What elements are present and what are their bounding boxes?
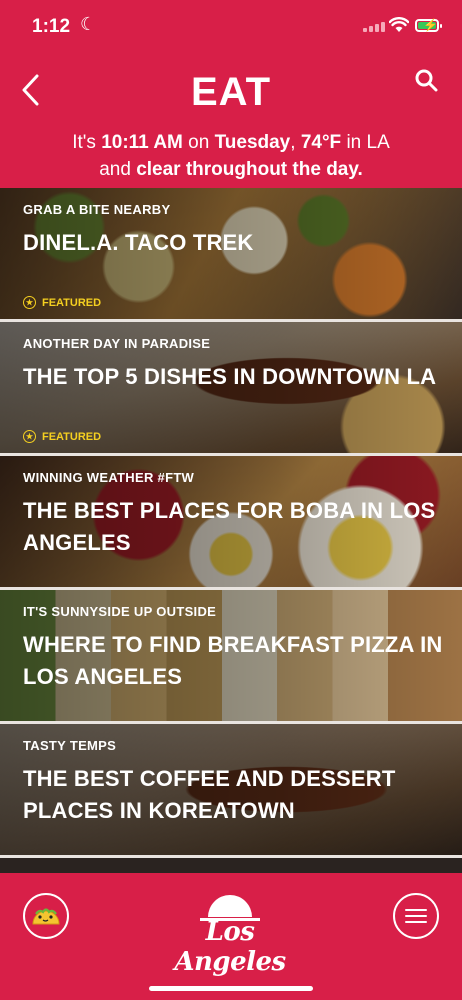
card-headline: WHERE TO FIND BREAKFAST PIZZA IN LOS ANG… xyxy=(23,632,443,689)
current-temp: 74°F xyxy=(300,132,342,153)
article-card[interactable]: IT'S SUNNYSIDE UP OUTSIDE WHERE TO FIND … xyxy=(0,590,462,724)
article-card[interactable]: WINNING WEATHER #FTW THE BEST PLACES FOR… xyxy=(0,456,462,590)
card-kicker: IT'S SUNNYSIDE UP OUTSIDE xyxy=(23,604,217,619)
featured-badge: ★ FEATURED xyxy=(23,430,101,443)
status-time: 1:12 xyxy=(32,16,71,37)
bottom-bar: Los Angeles xyxy=(0,873,462,1000)
card-kicker: ANOTHER DAY IN PARADISE xyxy=(23,336,211,351)
weather-forecast: clear throughout the day. xyxy=(136,159,363,180)
card-headline: DINEL.A. TACO TREK xyxy=(23,230,254,255)
featured-badge: ★ FEATURED xyxy=(23,296,101,309)
sun-icon xyxy=(200,895,260,921)
page-title: EAT xyxy=(190,70,272,114)
article-card[interactable]: GRAB A BITE NEARBY DINEL.A. TACO TREK ★ … xyxy=(0,188,462,322)
hamburger-menu-icon xyxy=(405,909,427,911)
article-card[interactable]: TASTY TEMPS THE BEST COFFEE AND DESSERT … xyxy=(0,724,462,858)
signal-icon xyxy=(363,22,385,32)
wifi-icon xyxy=(389,17,409,32)
star-icon: ★ xyxy=(23,296,36,309)
header: EAT It's 10:11 AM on Tuesday, 74°F in LA… xyxy=(0,56,462,188)
taco-icon xyxy=(32,908,60,925)
article-card[interactable] xyxy=(0,858,462,873)
star-icon: ★ xyxy=(23,430,36,443)
current-day: Tuesday xyxy=(214,132,291,153)
article-feed: GRAB A BITE NEARBY DINEL.A. TACO TREK ★ … xyxy=(0,188,462,873)
home-indicator[interactable] xyxy=(149,986,313,991)
status-bar: 1:12 ☾ ⚡ xyxy=(0,0,462,56)
card-headline: THE TOP 5 DISHES IN DOWNTOWN LA xyxy=(23,364,437,389)
weather-summary: It's 10:11 AM on Tuesday, 74°F in LA and… xyxy=(72,132,390,180)
menu-button[interactable] xyxy=(393,893,439,939)
taco-button[interactable] xyxy=(23,893,69,939)
search-icon[interactable] xyxy=(414,68,438,92)
current-time: 10:11 AM xyxy=(101,132,183,153)
moon-icon: ☾ xyxy=(80,14,97,34)
card-kicker: GRAB A BITE NEARBY xyxy=(23,202,171,217)
card-headline: THE BEST PLACES FOR BOBA IN LOS ANGELES xyxy=(23,498,436,555)
card-kicker: WINNING WEATHER #FTW xyxy=(23,470,195,485)
card-kicker: TASTY TEMPS xyxy=(23,738,117,753)
card-headline: THE BEST COFFEE AND DESSERT PLACES IN KO… xyxy=(23,766,396,823)
los-angeles-logo: Los Angeles xyxy=(160,887,300,977)
battery-icon: ⚡ xyxy=(415,18,442,32)
article-card[interactable]: ANOTHER DAY IN PARADISE THE TOP 5 DISHES… xyxy=(0,322,462,456)
